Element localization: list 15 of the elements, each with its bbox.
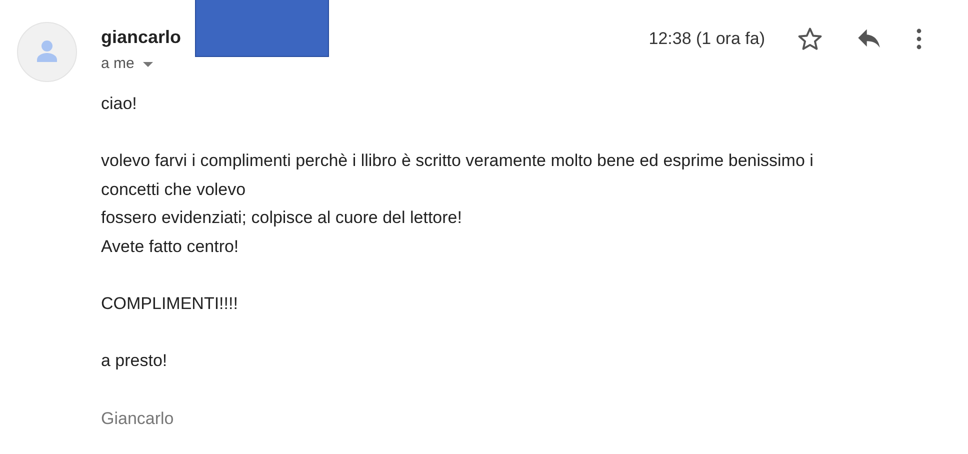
avatar-icon (17, 22, 77, 82)
message-text: concetti che volevo (101, 178, 246, 201)
message-text: a presto! (101, 350, 168, 372)
more-options-icon[interactable] (916, 27, 922, 51)
caret-icon[interactable] (143, 62, 154, 68)
message-text: Avete fatto centro! (101, 236, 239, 258)
message-text: volevo farvi i complimenti perchè i llibro è scritto veramente molto bene ed esprime benissimo i (101, 150, 814, 172)
message-text: fossero evidenziati; colpisce al cuore del lettore! (101, 207, 462, 230)
star-icon[interactable] (797, 26, 823, 52)
sender-name: giancarlo (101, 27, 182, 48)
message-text: COMPLIMENTI!!!! (101, 293, 238, 316)
signature-text: Giancarlo (101, 408, 174, 430)
recipient-label: a me (101, 55, 134, 72)
message-text: ciao! (101, 93, 137, 115)
message-time: 12:38 (1 ora fa) (648, 29, 765, 49)
